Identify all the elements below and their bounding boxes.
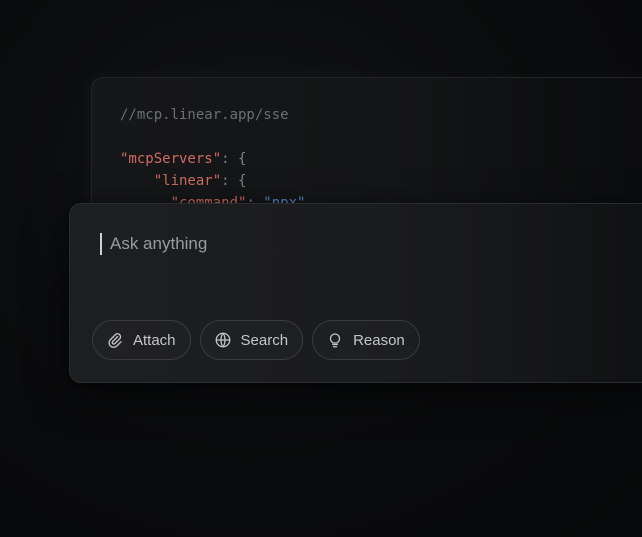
code-line-linear: "linear": {	[153, 173, 247, 189]
attach-label: Attach	[133, 331, 176, 349]
search-button[interactable]: Search	[199, 320, 304, 360]
search-label: Search	[240, 331, 289, 349]
code-line-comment: //mcp.linear.app/sse	[120, 107, 289, 123]
prompt-input-row	[100, 233, 550, 255]
code-line-mcp-servers: "mcpServers": {	[120, 151, 247, 167]
reason-label: Reason	[353, 331, 405, 349]
lightbulb-icon	[325, 330, 345, 350]
prompt-input[interactable]	[110, 234, 550, 254]
paperclip-icon	[105, 330, 125, 350]
code-snippet: //mcp.linear.app/sse "mcpServers": { "lin…	[120, 104, 305, 214]
prompt-composer: Attach Search Reason	[69, 203, 642, 383]
globe-icon	[213, 330, 233, 350]
prompt-actions: Attach Search Reason	[92, 320, 420, 360]
reason-button[interactable]: Reason	[312, 320, 420, 360]
attach-button[interactable]: Attach	[92, 320, 191, 360]
text-caret	[100, 233, 102, 255]
